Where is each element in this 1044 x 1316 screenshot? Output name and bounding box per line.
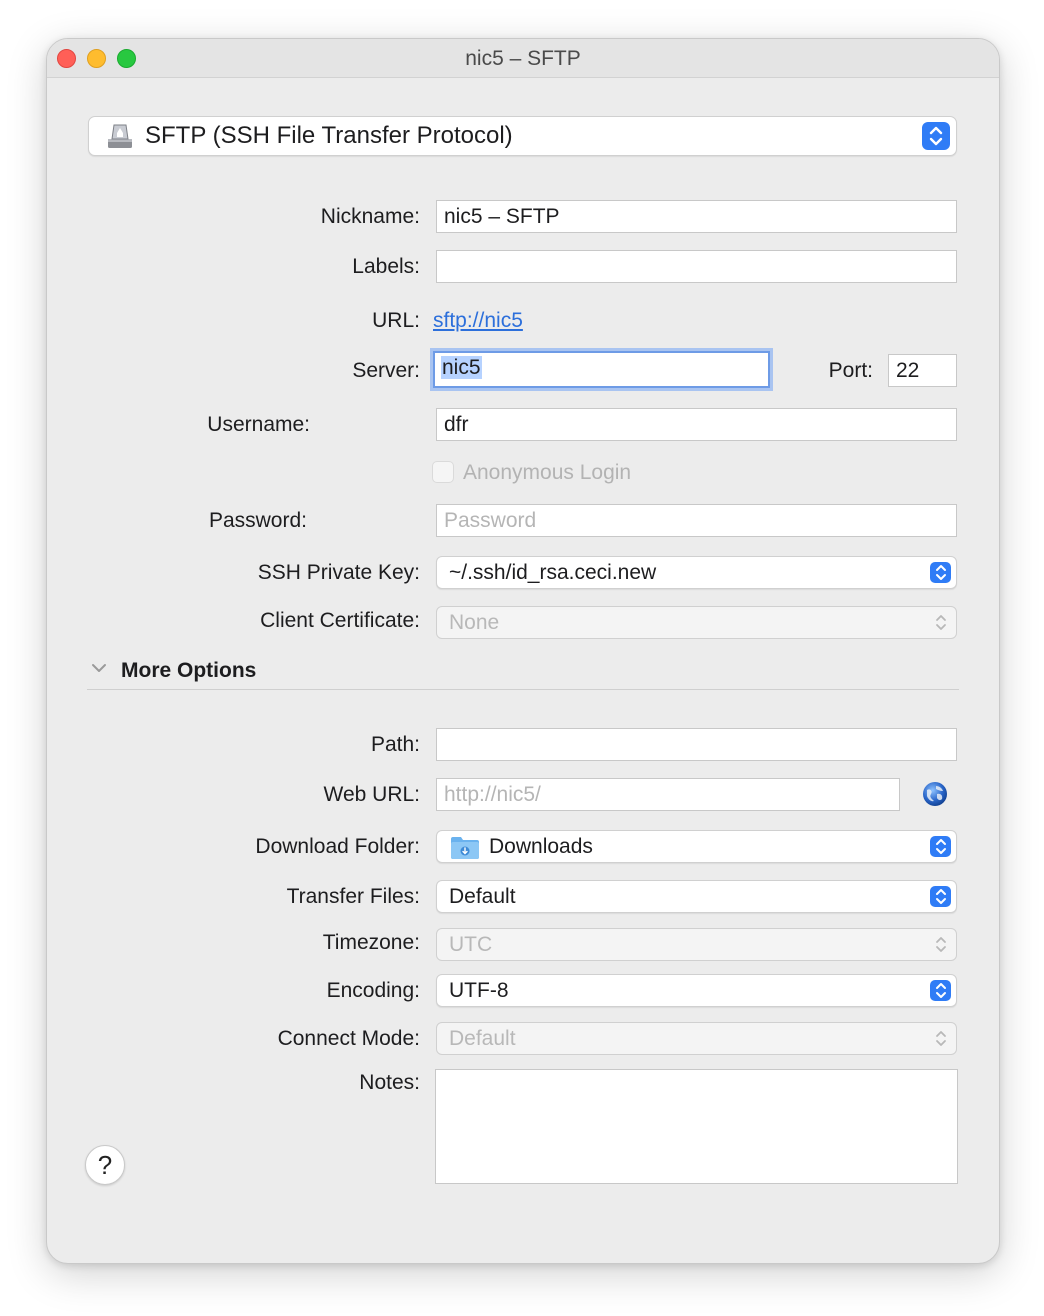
nickname-label: Nickname: [320, 205, 420, 228]
timezone-label: Timezone: [322, 931, 420, 954]
drive-icon [108, 124, 132, 148]
window-title: nic5 – SFTP [465, 47, 581, 70]
encoding-label: Encoding: [326, 979, 420, 1002]
protocol-stepper-icon [922, 122, 950, 150]
bookmark-window: nic5 – SFTP SFTP (SSH File Transfer Prot… [46, 38, 1000, 1264]
download-folder-label: Download Folder: [255, 835, 420, 858]
labels-label: Labels: [352, 255, 420, 278]
server-label: Server: [352, 359, 420, 382]
labels-field[interactable] [436, 250, 957, 283]
client-cert-value: None [449, 611, 500, 634]
protocol-label: SFTP (SSH File Transfer Protocol) [145, 122, 513, 149]
connect-mode-popup[interactable]: Default [436, 1022, 957, 1055]
url-link[interactable]: sftp://nic5 [433, 309, 523, 333]
username-field[interactable]: dfr [436, 408, 957, 441]
client-cert-popup[interactable]: None [436, 606, 957, 639]
notes-label: Notes: [359, 1071, 420, 1094]
notes-textarea[interactable] [435, 1069, 958, 1184]
anonymous-label: Anonymous Login [463, 461, 632, 484]
more-options-title[interactable]: More Options [121, 659, 256, 683]
transfer-files-stepper-icon [930, 886, 951, 907]
ssh-key-popup[interactable]: ~/.ssh/id_rsa.ceci.new [436, 556, 957, 589]
connect-mode-value: Default [449, 1027, 516, 1050]
password-field[interactable]: Password [436, 504, 957, 537]
timezone-value: UTC [449, 933, 493, 956]
protocol-popup[interactable]: SFTP (SSH File Transfer Protocol) [88, 116, 957, 156]
download-folder-value: Downloads [489, 835, 593, 858]
web-url-label: Web URL: [323, 783, 420, 806]
connect-mode-stepper-icon [930, 1028, 951, 1049]
username-label: Username: [207, 413, 310, 436]
title-bar: nic5 – SFTP [47, 39, 999, 78]
disclosure-chevron-icon[interactable] [90, 661, 108, 675]
download-folder-popup[interactable]: Downloads [436, 830, 957, 863]
port-field[interactable]: 22 [888, 354, 957, 387]
client-cert-label: Client Certificate: [260, 609, 420, 632]
folder-icon [451, 837, 479, 859]
transfer-files-label: Transfer Files: [286, 885, 420, 908]
ssh-key-value: ~/.ssh/id_rsa.ceci.new [449, 561, 657, 584]
password-label: Password: [208, 509, 307, 532]
help-button[interactable]: ? [85, 1145, 125, 1185]
client-cert-stepper-icon [930, 612, 951, 633]
download-folder-stepper-icon [930, 836, 951, 857]
server-value: nic5 [441, 356, 482, 379]
port-label: Port: [828, 359, 873, 382]
path-field[interactable] [436, 728, 957, 761]
anonymous-checkbox[interactable] [432, 461, 454, 483]
transfer-files-value: Default [449, 885, 516, 908]
globe-icon[interactable] [921, 780, 949, 808]
timezone-popup[interactable]: UTC [436, 928, 957, 961]
transfer-files-popup[interactable]: Default [436, 880, 957, 913]
nickname-field[interactable]: nic5 – SFTP [436, 200, 957, 233]
timezone-stepper-icon [930, 934, 951, 955]
url-label: URL: [372, 309, 420, 332]
ssh-key-label: SSH Private Key: [257, 561, 420, 584]
more-options-divider [87, 689, 959, 690]
web-url-field[interactable]: http://nic5/ [436, 778, 900, 811]
server-field[interactable]: nic5 [433, 351, 770, 388]
encoding-value: UTF-8 [449, 979, 509, 1002]
encoding-popup[interactable]: UTF-8 [436, 974, 957, 1007]
path-label: Path: [370, 733, 420, 756]
encoding-stepper-icon [930, 980, 951, 1001]
connect-mode-label: Connect Mode: [277, 1027, 420, 1050]
ssh-key-stepper-icon [930, 562, 951, 583]
